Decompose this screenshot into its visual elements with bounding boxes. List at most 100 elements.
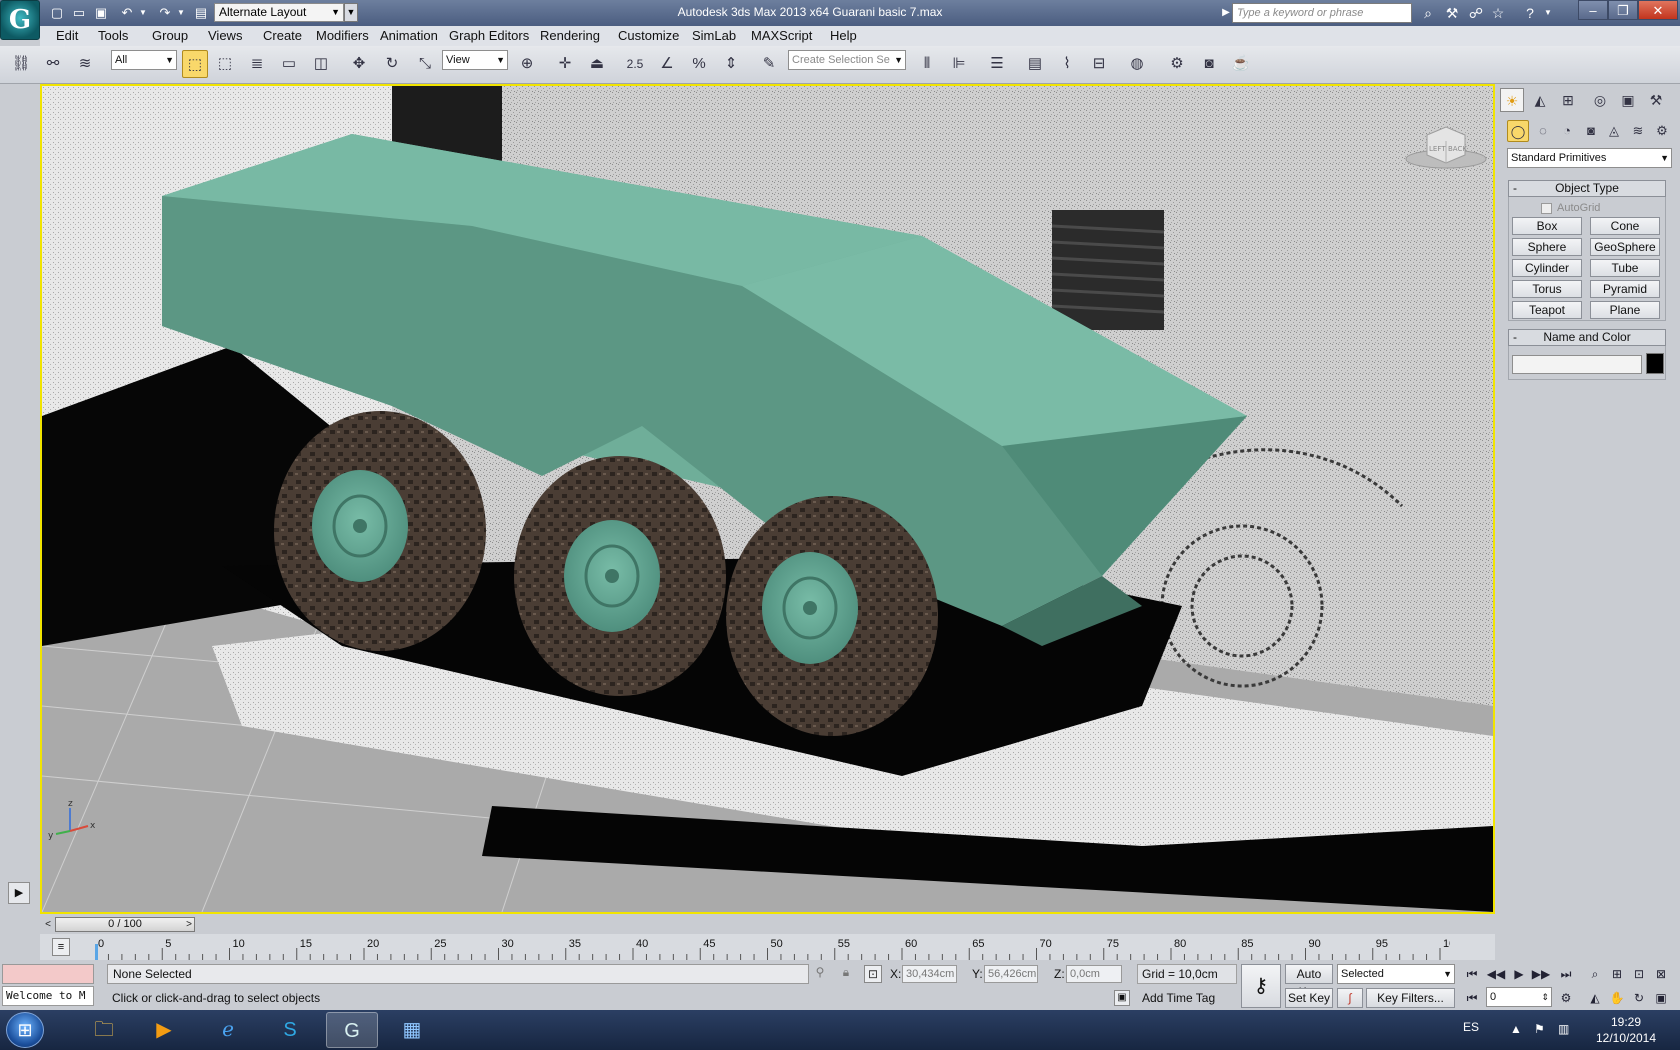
menu-help[interactable]: Help	[830, 26, 857, 46]
system-clock[interactable]: 19:29 12/10/2014	[1586, 1014, 1666, 1046]
shapes-icon[interactable]: ◌	[1532, 120, 1554, 142]
app-menu-button[interactable]: G	[0, 0, 40, 40]
search-input[interactable]: Type a keyword or phrase	[1232, 3, 1412, 23]
rendered-frame-window-icon[interactable]: ◙	[1196, 50, 1222, 78]
select-and-link-icon[interactable]: ⛓	[8, 50, 34, 78]
select-list-icon[interactable]: ≣	[244, 50, 270, 78]
add-time-tag-button[interactable]: Add Time Tag	[1137, 988, 1237, 1008]
key-mode-toggle-icon[interactable]: ⏮	[1461, 988, 1483, 1008]
current-frame-marker[interactable]	[95, 944, 98, 960]
object-color-swatch[interactable]	[1646, 353, 1664, 374]
orbit-icon[interactable]: ↻	[1628, 988, 1650, 1008]
primitive-category-dropdown[interactable]: Standard Primitives ▼	[1507, 148, 1672, 168]
search-expand-icon[interactable]: ▶	[1220, 3, 1232, 23]
start-button[interactable]: ⊞	[6, 1012, 44, 1048]
teapot-button[interactable]: Teapot	[1512, 301, 1582, 319]
object-name-input[interactable]	[1512, 355, 1642, 374]
undo-dropdown-icon[interactable]: ▼	[134, 4, 152, 21]
move-icon[interactable]: ✥	[346, 50, 372, 78]
curve-editor-icon[interactable]: ⌇	[1054, 50, 1080, 78]
select-object-icon[interactable]: ⬚	[182, 50, 208, 78]
time-slider-next-button[interactable]: >	[182, 917, 196, 932]
zoom-extents-all-icon[interactable]: ⊠	[1650, 964, 1672, 984]
z-coordinate-field[interactable]: 0,0cm	[1066, 965, 1122, 983]
unlink-selection-icon[interactable]: ⚯	[40, 50, 66, 78]
new-file-icon[interactable]: ▢	[48, 4, 66, 21]
current-frame-input[interactable]: 0 ⇕	[1486, 987, 1552, 1007]
named-selection-dropdown[interactable]: Create Selection Se ▼	[788, 50, 906, 70]
menu-customize[interactable]: Customize	[618, 26, 679, 46]
display-tab-icon[interactable]: ▣	[1616, 88, 1640, 112]
bind-to-space-warp-icon[interactable]: ≋	[72, 50, 98, 78]
plane-button[interactable]: Plane	[1590, 301, 1660, 319]
snap-toggle-button[interactable]: 2.5	[622, 50, 648, 78]
curve-editor-toggle-icon[interactable]: ≡	[52, 938, 70, 956]
close-button[interactable]: ✕	[1638, 0, 1678, 20]
pyramid-button[interactable]: Pyramid	[1590, 280, 1660, 298]
communication-center-icon[interactable]: ☍	[1466, 3, 1486, 23]
input-language-indicator[interactable]: ES	[1463, 1020, 1479, 1034]
action-center-flag-icon[interactable]: ⚑	[1534, 1022, 1545, 1036]
help-icon[interactable]: ?	[1520, 3, 1540, 23]
network-icon[interactable]: ▥	[1558, 1022, 1569, 1036]
maximize-button[interactable]: ❐	[1608, 0, 1638, 20]
workspace-layout-dropdown[interactable]: Alternate Layout ▼	[214, 3, 344, 22]
viewcube[interactable]: LEFT BACK	[1405, 123, 1487, 169]
angle-snap-icon[interactable]: ∠	[654, 50, 680, 78]
create-tab-sun-icon[interactable]: ☀	[1500, 88, 1524, 112]
tray-expand-icon[interactable]: ▲	[1510, 1022, 1522, 1036]
menu-create[interactable]: Create	[263, 26, 302, 46]
keyboard-shortcut-override-icon[interactable]: ⏏	[584, 50, 610, 78]
sphere-button[interactable]: Sphere	[1512, 238, 1582, 256]
name-color-rollout-header[interactable]: - Name and Color	[1508, 329, 1666, 346]
utilities-tab-icon[interactable]: ⚒	[1644, 88, 1668, 112]
internet-explorer-icon[interactable]: ℯ	[202, 1012, 254, 1048]
autogrid-checkbox[interactable]: AutoGrid	[1541, 200, 1600, 216]
menu-tools[interactable]: Tools	[98, 26, 128, 46]
go-to-end-icon[interactable]: ⏭	[1555, 964, 1577, 984]
favorites-star-icon[interactable]: ☆	[1488, 3, 1508, 23]
render-setup-icon[interactable]: ⚙	[1164, 50, 1190, 78]
redo-dropdown-icon[interactable]: ▼	[172, 4, 190, 21]
go-to-start-icon[interactable]: ⏮	[1461, 964, 1483, 984]
photo-viewer-icon[interactable]: ▦	[386, 1012, 438, 1048]
helpers-icon[interactable]: ◬	[1603, 120, 1625, 142]
lights-icon[interactable]: ◔	[1556, 120, 1578, 142]
rectangular-selection-icon[interactable]: ▭	[276, 50, 302, 78]
auto-key-button[interactable]: Auto Key	[1285, 964, 1333, 999]
scale-icon[interactable]: ⤡	[412, 50, 438, 78]
project-folder-icon[interactable]: ▤	[192, 4, 210, 21]
layout-menu-button[interactable]: ▼	[344, 3, 358, 22]
graphite-toolbox-icon[interactable]: ▤	[1022, 50, 1048, 78]
key-mode-dropdown[interactable]: Selected ▼	[1337, 964, 1455, 984]
3ds-max-taskbar-icon[interactable]: G	[326, 1012, 378, 1048]
selection-filter-dropdown[interactable]: All ▼	[111, 50, 177, 70]
menu-rendering[interactable]: Rendering	[540, 26, 600, 46]
subscription-center-icon[interactable]: ⚒	[1442, 3, 1462, 23]
menu-animation[interactable]: Animation	[380, 26, 438, 46]
isolate-selection-icon[interactable]: ⚲	[812, 965, 828, 983]
previous-frame-icon[interactable]: ◀◀	[1485, 964, 1507, 984]
pan-view-icon[interactable]: ✋	[1606, 988, 1628, 1008]
reference-coordinate-dropdown[interactable]: View ▼	[442, 50, 508, 70]
geosphere-button[interactable]: GeoSphere	[1590, 238, 1660, 256]
layer-manager-icon[interactable]: ☰	[984, 50, 1010, 78]
file-explorer-icon[interactable]: 🗀︎	[78, 1012, 130, 1048]
window-crossing-icon[interactable]: ◫	[308, 50, 334, 78]
time-slider-prev-button[interactable]: <	[41, 917, 55, 932]
time-slider-thumb[interactable]: 0 / 100	[55, 917, 195, 932]
open-file-icon[interactable]: ▭	[70, 4, 88, 21]
material-editor-icon[interactable]: ◍	[1124, 50, 1150, 78]
box-button[interactable]: Box	[1512, 217, 1582, 235]
set-keys-key-icon[interactable]: ⚷	[1241, 964, 1281, 1008]
y-coordinate-field[interactable]: 56,426cm	[984, 965, 1038, 983]
spinner-snap-icon[interactable]: ⇕	[718, 50, 744, 78]
maximize-viewport-icon[interactable]: ▣	[1650, 988, 1672, 1008]
key-filters-button[interactable]: Key Filters...	[1366, 988, 1455, 1008]
time-tag-icon[interactable]: ▣	[1114, 990, 1130, 1006]
menu-graph-editors[interactable]: Graph Editors	[449, 26, 529, 46]
frame-ruler[interactable]: 0 5 10 15 20 25 30 35 40 45 50 55 60 65 70 75 80 85 90 95 10…	[94, 938, 1461, 960]
next-frame-icon[interactable]: ▶▶	[1530, 964, 1552, 984]
hierarchy-tab-icon[interactable]: ⊞	[1556, 88, 1580, 112]
pivot-center-icon[interactable]: ⊕	[514, 50, 540, 78]
